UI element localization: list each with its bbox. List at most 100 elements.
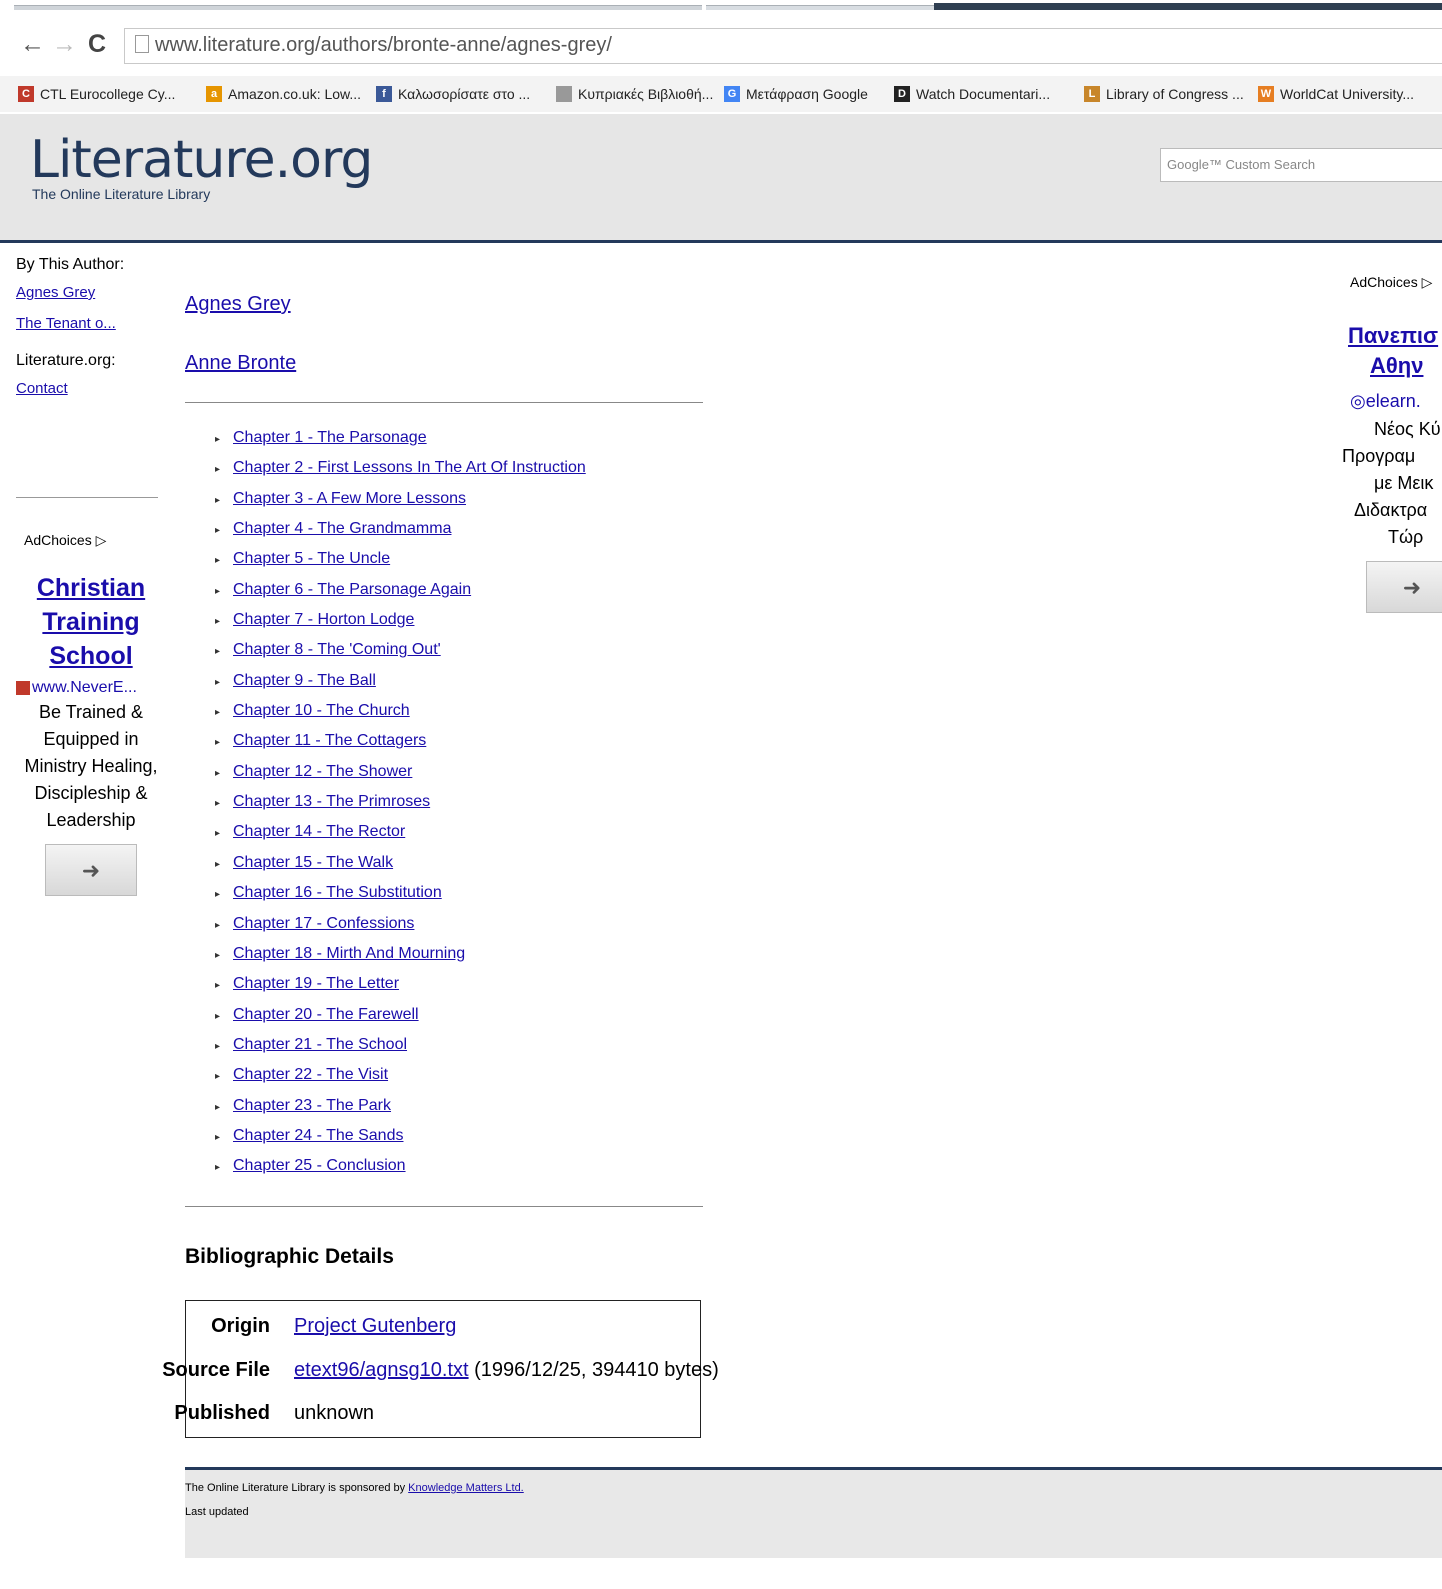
chapter-link[interactable]: Chapter 21 - The School <box>233 1036 407 1053</box>
search-placeholder: Google™ Custom Search <box>1167 157 1316 172</box>
bib-row-origin: Origin Project Gutenberg <box>186 1315 702 1345</box>
book-title-link[interactable]: Agnes Grey <box>185 293 291 316</box>
chapter-list-item: ▸ Chapter 11 - The Cottagers <box>215 731 586 761</box>
chapter-link[interactable]: Chapter 13 - The Primroses <box>233 793 430 810</box>
chapter-link[interactable]: Chapter 7 - Horton Lodge <box>233 611 414 628</box>
footer-updated: Last updated <box>185 1506 249 1518</box>
ad-body-line: Νέος Κύ <box>1374 419 1441 439</box>
chapter-list-item: ▸ Chapter 5 - The Uncle <box>215 549 586 579</box>
ad-body: Be Trained & Equipped in Ministry Healin… <box>24 702 158 830</box>
chapter-link[interactable]: Chapter 17 - Confessions <box>233 915 414 932</box>
bullet-icon: ▸ <box>215 1071 221 1083</box>
worldcat-favicon-icon: W <box>1258 86 1274 102</box>
ad-url-text: www.NeverE... <box>32 679 137 696</box>
ad-title-link[interactable]: Christian Training School <box>16 571 166 673</box>
chapter-link[interactable]: Chapter 19 - The Letter <box>233 975 399 992</box>
ad-arrow-button[interactable]: ➜ <box>1366 561 1442 613</box>
ad-url[interactable]: www.NeverE... <box>16 679 166 697</box>
bookmark-item[interactable]: a Amazon.co.uk: Low... <box>206 84 361 104</box>
bookmark-label: Κυπριακές Βιβλιοθή... <box>578 86 714 102</box>
chapter-link[interactable]: Chapter 2 - First Lessons In The Art Of … <box>233 459 586 476</box>
site-subtitle: The Online Literature Library <box>32 186 211 202</box>
browser-tab-strip <box>0 0 1442 11</box>
chapter-list-item: ▸ Chapter 19 - The Letter <box>215 974 586 1004</box>
nav-link-contact[interactable]: Contact <box>16 380 166 397</box>
globe-icon: ◎ <box>1350 391 1366 411</box>
chapter-link[interactable]: Chapter 4 - The Grandmamma <box>233 520 451 537</box>
source-file-link[interactable]: etext96/agnsg10.txt <box>294 1359 469 1381</box>
chapter-link[interactable]: Chapter 1 - The Parsonage <box>233 429 427 446</box>
sidebar-divider <box>16 497 158 498</box>
ctl-favicon-icon: C <box>18 86 34 102</box>
chapter-list-item: ▸ Chapter 7 - Horton Lodge <box>215 610 586 640</box>
ad-url[interactable]: ◎elearn. <box>1350 391 1442 412</box>
chapter-link[interactable]: Chapter 25 - Conclusion <box>233 1157 406 1174</box>
bookmark-label: Καλωσορίσατε στο ... <box>398 86 531 102</box>
chapter-link[interactable]: Chapter 16 - The Substitution <box>233 884 442 901</box>
chapter-list-item: ▸ Chapter 1 - The Parsonage <box>215 428 586 458</box>
back-arrow-icon[interactable]: ← <box>20 30 45 59</box>
bookmark-item[interactable]: Κυπριακές Βιβλιοθή... <box>556 84 713 104</box>
nav-link-agnes-grey[interactable]: Agnes Grey <box>16 284 166 301</box>
bib-label: Origin <box>211 1315 270 1337</box>
loc-favicon-icon: L <box>1084 86 1100 102</box>
nav-link-tenant[interactable]: The Tenant o... <box>16 315 166 332</box>
bookmark-item[interactable]: L Library of Congress ... <box>1084 84 1244 104</box>
bookmark-item[interactable]: W WorldCat University... <box>1258 84 1414 104</box>
address-bar[interactable]: www.literature.org/authors/bronte-anne/a… <box>124 28 1442 64</box>
sponsor-link[interactable]: Knowledge Matters Ltd. <box>408 1482 524 1494</box>
bookmark-item[interactable]: D Watch Documentari... <box>894 84 1050 104</box>
google-translate-favicon-icon: G <box>724 86 740 102</box>
chapter-list-item: ▸ Chapter 14 - The Rector <box>215 822 586 852</box>
browser-tab[interactable] <box>934 3 1442 10</box>
chapter-link[interactable]: Chapter 11 - The Cottagers <box>233 732 426 749</box>
chapter-link[interactable]: Chapter 3 - A Few More Lessons <box>233 490 466 507</box>
chapter-link[interactable]: Chapter 22 - The Visit <box>233 1066 388 1083</box>
chapter-link[interactable]: Chapter 6 - The Parsonage Again <box>233 581 471 598</box>
bullet-icon: ▸ <box>215 676 221 688</box>
bookmark-item[interactable]: G Μετάφραση Google <box>724 84 868 104</box>
bullet-icon: ▸ <box>215 858 221 870</box>
chapter-link[interactable]: Chapter 12 - The Shower <box>233 763 412 780</box>
author-link[interactable]: Anne Bronte <box>185 352 296 375</box>
chapter-link[interactable]: Chapter 23 - The Park <box>233 1097 391 1114</box>
bookmark-label: WorldCat University... <box>1280 86 1415 102</box>
chapter-list: ▸ Chapter 1 - The Parsonage ▸ Chapter 2 - F… <box>215 428 586 1187</box>
search-input[interactable]: Google™ Custom Search <box>1160 148 1442 182</box>
chapter-link[interactable]: Chapter 10 - The Church <box>233 702 410 719</box>
bullet-icon: ▸ <box>215 494 221 506</box>
source-file-meta: (1996/12/25, 394410 bytes) <box>468 1359 719 1381</box>
chapter-link[interactable]: Chapter 24 - The Sands <box>233 1127 403 1144</box>
adchoices-label[interactable]: AdChoices ▷ <box>24 532 166 549</box>
site-heading: Literature.org: <box>16 352 116 369</box>
chapter-link[interactable]: Chapter 15 - The Walk <box>233 854 393 871</box>
adchoices-label[interactable]: AdChoices ▷ <box>1350 274 1442 291</box>
url-text[interactable]: www.literature.org/authors/bronte-anne/a… <box>155 34 612 57</box>
bookmark-item[interactable]: f Καλωσορίσατε στο ... <box>376 84 530 104</box>
site-title[interactable]: Literature.org <box>30 130 373 190</box>
chapter-link[interactable]: Chapter 5 - The Uncle <box>233 550 390 567</box>
bibliographic-table: Origin Project Gutenberg Source File ete… <box>162 1300 719 1438</box>
reload-icon[interactable]: C <box>88 30 106 59</box>
bullet-icon: ▸ <box>215 1162 221 1174</box>
chapter-list-item: ▸ Chapter 15 - The Walk <box>215 853 586 883</box>
chapter-link[interactable]: Chapter 20 - The Farewell <box>233 1006 419 1023</box>
ad-title-link[interactable]: Πανεπισ Αθην <box>1348 321 1442 381</box>
ad-arrow-button[interactable]: ➜ <box>45 844 137 896</box>
chapter-list-item: ▸ Chapter 17 - Confessions <box>215 914 586 944</box>
forward-arrow-icon[interactable]: → <box>52 30 77 59</box>
bookmark-item[interactable]: C CTL Eurocollege Cy... <box>18 84 175 104</box>
published-value: unknown <box>294 1402 375 1424</box>
chapter-link[interactable]: Chapter 8 - The 'Coming Out' <box>233 641 441 658</box>
site-header: Literature.org The Online Literature Lib… <box>0 114 1442 243</box>
footer-sponsor-text: The Online Literature Library is sponsor… <box>185 1482 409 1494</box>
origin-link[interactable]: Project Gutenberg <box>294 1315 456 1337</box>
chapter-link[interactable]: Chapter 18 - Mirth And Mourning <box>233 945 465 962</box>
chapter-link[interactable]: Chapter 14 - The Rector <box>233 823 405 840</box>
chapter-link[interactable]: Chapter 9 - The Ball <box>233 672 376 689</box>
bullet-icon: ▸ <box>215 525 221 537</box>
content-divider <box>185 402 703 403</box>
ad-url-text: elearn. <box>1365 391 1421 411</box>
arrow-right-icon: ➜ <box>1402 575 1422 600</box>
bookmark-label: Amazon.co.uk: Low... <box>228 86 362 102</box>
